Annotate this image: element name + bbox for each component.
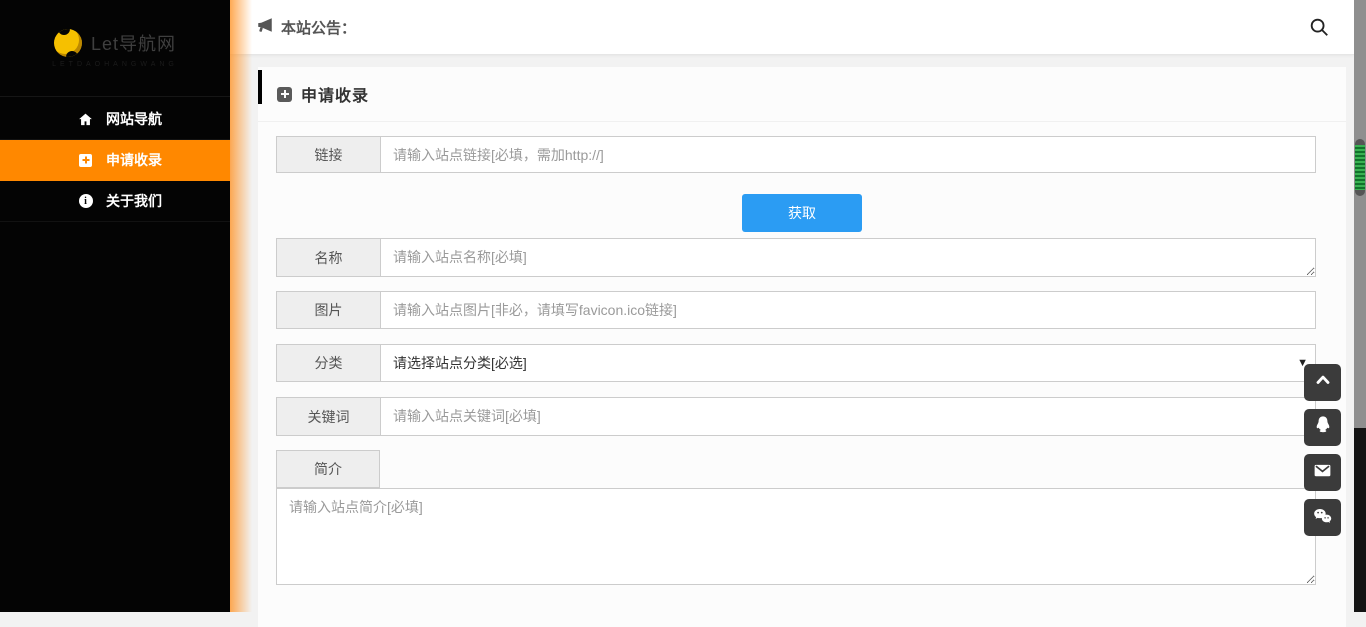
wechat-icon <box>1311 504 1334 532</box>
card-header: 申请收录 <box>258 67 1346 122</box>
floating-action-bar <box>1304 364 1341 536</box>
category-field-label: 分类 <box>276 344 380 382</box>
name-field-label: 名称 <box>276 238 380 277</box>
keywords-field-label: 关键词 <box>276 397 380 436</box>
back-to-top-button[interactable] <box>1304 364 1341 401</box>
form-row-intro <box>276 488 1316 585</box>
search-icon[interactable] <box>1306 14 1332 40</box>
plus-square-icon <box>78 153 93 168</box>
form-row-category: 分类 请选择站点分类[必选] ▼ <box>276 344 1316 382</box>
link-input[interactable] <box>380 136 1316 173</box>
page-title: 申请收录 <box>301 82 369 106</box>
sidebar-item-site-nav[interactable]: 网站导航 <box>0 99 230 140</box>
info-circle-icon: i <box>78 194 93 209</box>
form-row-link: 链接 <box>276 136 1316 173</box>
announcement-label: 本站公告： <box>281 17 356 38</box>
site-logo[interactable]: Let导航网 LETDAOHANGWANG <box>0 0 230 97</box>
keywords-textarea[interactable] <box>380 397 1316 436</box>
form-row-image: 图片 <box>276 291 1316 329</box>
scrollbar-thumb[interactable] <box>1355 139 1365 196</box>
qq-contact-button[interactable] <box>1304 409 1341 446</box>
sidebar-item-label: 申请收录 <box>106 150 162 170</box>
announcement-bar: 本站公告： <box>256 16 356 38</box>
topbar: 本站公告： <box>230 0 1354 55</box>
fetch-button[interactable]: 获取 <box>742 194 862 232</box>
page-scrollbar[interactable] <box>1354 0 1366 612</box>
form-row-keywords: 关键词 <box>276 397 1316 436</box>
chevron-up-icon <box>1313 370 1333 395</box>
image-field-label: 图片 <box>276 291 380 329</box>
intro-textarea[interactable] <box>276 488 1316 585</box>
form-row-name: 名称 <box>276 238 1316 277</box>
category-select[interactable]: 请选择站点分类[必选] <box>380 344 1316 382</box>
sidebar-item-label: 关于我们 <box>106 191 162 211</box>
intro-field-label: 简介 <box>276 450 380 488</box>
logo-swirl-icon <box>54 29 82 57</box>
plus-square-icon <box>277 87 292 102</box>
wechat-contact-button[interactable] <box>1304 499 1341 536</box>
scrollbar-track-dark <box>1354 428 1366 612</box>
megaphone-icon <box>256 16 274 38</box>
name-textarea[interactable] <box>380 238 1316 277</box>
sidebar: Let导航网 LETDAOHANGWANG 网站导航 申请收录 i 关于我们 <box>0 0 230 612</box>
image-input[interactable] <box>380 291 1316 329</box>
form-row-intro-label: 简介 <box>276 450 1316 488</box>
qq-icon <box>1312 414 1334 441</box>
sidebar-item-about[interactable]: i 关于我们 <box>0 181 230 222</box>
main-area: 本站公告： 申请收录 链接 获取 名称 图片 分类 <box>230 0 1354 612</box>
apply-form-card: 申请收录 链接 获取 名称 图片 分类 请选择站点分类[必选] ▼ <box>258 67 1346 627</box>
link-field-label: 链接 <box>276 136 380 173</box>
sidebar-menu: 网站导航 申请收录 i 关于我们 <box>0 99 230 222</box>
logo-text: Let导航网 <box>91 30 176 56</box>
logo-subtext: LETDAOHANGWANG <box>52 61 178 68</box>
sidebar-item-apply[interactable]: 申请收录 <box>0 140 230 181</box>
sidebar-item-label: 网站导航 <box>106 109 162 129</box>
envelope-icon <box>1312 460 1333 486</box>
email-contact-button[interactable] <box>1304 454 1341 491</box>
home-icon <box>78 112 93 127</box>
